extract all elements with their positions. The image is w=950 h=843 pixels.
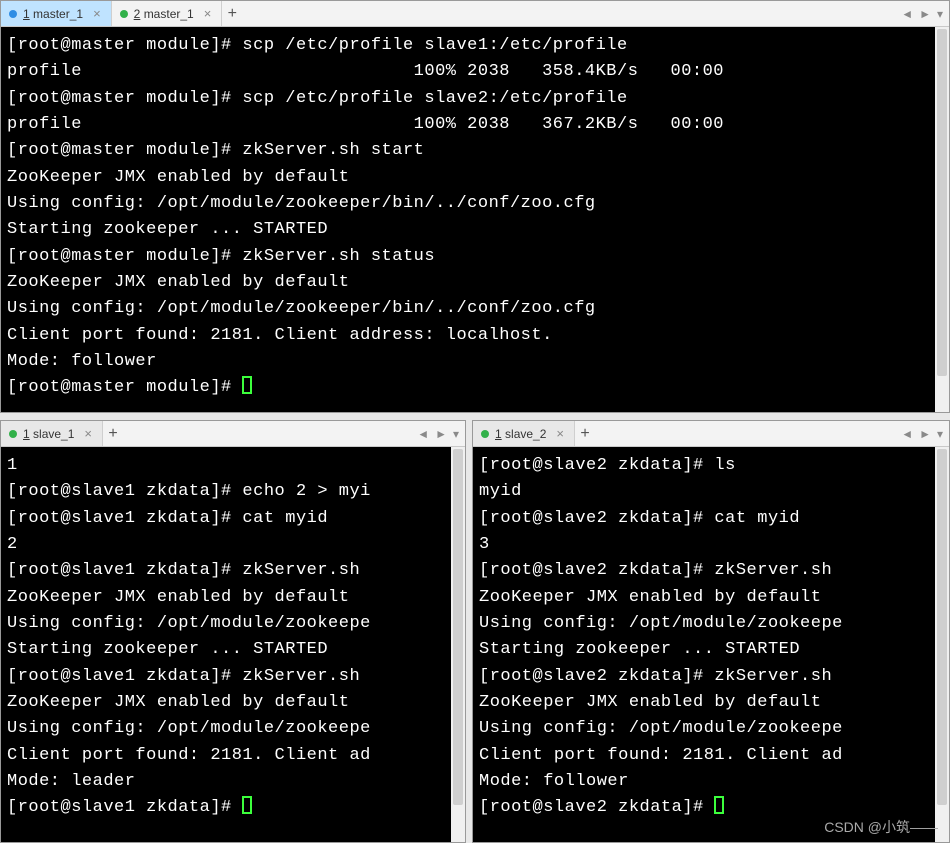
terminal-output-slave1[interactable]: 1 [root@slave1 zkdata]# echo 2 > myi [ro…	[1, 447, 465, 842]
term-line: [root@slave1 zkdata]# zkServer.sh	[7, 561, 371, 580]
term-line: profile 100% 2038 358.4KB/s 00:00	[7, 62, 767, 81]
term-line: Starting zookeeper ... STARTED	[7, 220, 328, 239]
term-line: [root@slave1 zkdata]# echo 2 > myi	[7, 482, 371, 501]
scrollbar-thumb[interactable]	[453, 449, 463, 805]
new-tab-button[interactable]: +	[222, 1, 244, 26]
tab-master-1[interactable]: 1 master_1 ×	[1, 1, 112, 26]
tab-nav-right-icon[interactable]: ►	[917, 7, 933, 21]
term-line: Using config: /opt/module/zookeeper/bin/…	[7, 194, 596, 213]
term-line: Mode: follower	[7, 352, 157, 371]
tab-nav-right-icon[interactable]: ►	[917, 427, 933, 441]
scrollbar-thumb[interactable]	[937, 29, 947, 376]
term-line: Using config: /opt/module/zookeeper/bin/…	[7, 299, 596, 318]
term-line: Client port found: 2181. Client ad	[479, 746, 843, 765]
term-line: [root@slave1 zkdata]# zkServer.sh	[7, 667, 371, 686]
term-line: Mode: leader	[7, 772, 135, 791]
tab-nav-controls: ◄ ► ▾	[415, 421, 465, 446]
term-line: [root@slave1 zkdata]# cat myid	[7, 509, 328, 528]
tab-number: 1	[23, 7, 30, 21]
term-line: Starting zookeeper ... STARTED	[7, 640, 328, 659]
term-line: Using config: /opt/module/zookeepe	[7, 614, 371, 633]
tab-nav-controls: ◄ ► ▾	[899, 421, 949, 446]
status-dot-icon	[120, 10, 128, 18]
terminal-output-master[interactable]: [root@master module]# scp /etc/profile s…	[1, 27, 949, 412]
tab-nav-controls: ◄ ► ▾	[899, 1, 949, 26]
new-tab-button[interactable]: +	[575, 421, 597, 446]
term-line: [root@slave2 zkdata]# zkServer.sh	[479, 561, 843, 580]
tabbar-br: 1 slave_2 × + ◄ ► ▾	[473, 421, 949, 447]
tab-nav-left-icon[interactable]: ◄	[899, 7, 915, 21]
status-dot-icon	[9, 430, 17, 438]
term-prompt: [root@slave1 zkdata]#	[7, 798, 242, 817]
status-dot-icon	[481, 430, 489, 438]
terminal-pane-master: 1 master_1 × 2 master_1 × + ◄ ► ▾ [root@…	[0, 0, 950, 413]
term-prompt: [root@slave2 zkdata]#	[479, 798, 714, 817]
term-prompt: [root@master module]#	[7, 378, 242, 397]
scrollbar[interactable]	[935, 27, 949, 412]
tab-number: 2	[134, 7, 141, 21]
scrollbar[interactable]	[451, 447, 465, 842]
term-line: Using config: /opt/module/zookeepe	[479, 614, 843, 633]
term-line: ZooKeeper JMX enabled by default	[7, 168, 349, 187]
tab-nav-menu-icon[interactable]: ▾	[935, 427, 945, 441]
status-dot-icon	[9, 10, 17, 18]
tab-label: master_1	[144, 7, 194, 21]
term-line: Client port found: 2181. Client ad	[7, 746, 371, 765]
tab-label: slave_2	[505, 427, 546, 441]
cursor-icon	[714, 796, 724, 814]
term-line: [root@slave2 zkdata]# cat myid	[479, 509, 800, 528]
term-line: [root@master module]# scp /etc/profile s…	[7, 36, 628, 55]
term-line: myid	[479, 482, 522, 501]
term-line: ZooKeeper JMX enabled by default	[7, 693, 349, 712]
cursor-icon	[242, 376, 252, 394]
close-icon[interactable]: ×	[93, 6, 101, 21]
term-line: Mode: follower	[479, 772, 629, 791]
tab-nav-right-icon[interactable]: ►	[433, 427, 449, 441]
terminal-pane-slave2: 1 slave_2 × + ◄ ► ▾ [root@slave2 zkdata]…	[472, 420, 950, 843]
tab-nav-menu-icon[interactable]: ▾	[451, 427, 461, 441]
tab-number: 1	[495, 427, 502, 441]
close-icon[interactable]: ×	[204, 6, 212, 21]
tab-slave1[interactable]: 1 slave_1 ×	[1, 421, 103, 446]
term-line: 1	[7, 456, 18, 475]
close-icon[interactable]: ×	[556, 426, 564, 441]
tab-label: master_1	[33, 7, 83, 21]
term-line: [root@master module]# zkServer.sh start	[7, 141, 424, 160]
term-line: Using config: /opt/module/zookeepe	[479, 719, 843, 738]
tab-label: slave_1	[33, 427, 74, 441]
term-line: ZooKeeper JMX enabled by default	[479, 588, 821, 607]
term-line: [root@slave2 zkdata]# zkServer.sh	[479, 667, 843, 686]
term-line: [root@master module]# scp /etc/profile s…	[7, 89, 628, 108]
tabbar-bl: 1 slave_1 × + ◄ ► ▾	[1, 421, 465, 447]
term-line: ZooKeeper JMX enabled by default	[479, 693, 821, 712]
term-line: 3	[479, 535, 490, 554]
term-line: [root@slave2 zkdata]# ls	[479, 456, 736, 475]
tabbar-top: 1 master_1 × 2 master_1 × + ◄ ► ▾	[1, 1, 949, 27]
term-line: Using config: /opt/module/zookeepe	[7, 719, 371, 738]
tab-slave2[interactable]: 1 slave_2 ×	[473, 421, 575, 446]
scrollbar[interactable]	[935, 447, 949, 842]
terminal-pane-slave1: 1 slave_1 × + ◄ ► ▾ 1 [root@slave1 zkdat…	[0, 420, 466, 843]
tab-master-2[interactable]: 2 master_1 ×	[112, 1, 223, 26]
term-line: Starting zookeeper ... STARTED	[479, 640, 800, 659]
tab-number: 1	[23, 427, 30, 441]
cursor-icon	[242, 796, 252, 814]
term-line: Client port found: 2181. Client address:…	[7, 326, 553, 345]
tab-nav-left-icon[interactable]: ◄	[899, 427, 915, 441]
scrollbar-thumb[interactable]	[937, 449, 947, 805]
terminal-output-slave2[interactable]: [root@slave2 zkdata]# ls myid [root@slav…	[473, 447, 949, 842]
term-line: ZooKeeper JMX enabled by default	[7, 588, 349, 607]
tab-nav-left-icon[interactable]: ◄	[415, 427, 431, 441]
term-line: [root@master module]# zkServer.sh status	[7, 247, 435, 266]
term-line: 2	[7, 535, 18, 554]
tab-nav-menu-icon[interactable]: ▾	[935, 7, 945, 21]
close-icon[interactable]: ×	[84, 426, 92, 441]
term-line: profile 100% 2038 367.2KB/s 00:00	[7, 115, 767, 134]
term-line: ZooKeeper JMX enabled by default	[7, 273, 349, 292]
new-tab-button[interactable]: +	[103, 421, 125, 446]
